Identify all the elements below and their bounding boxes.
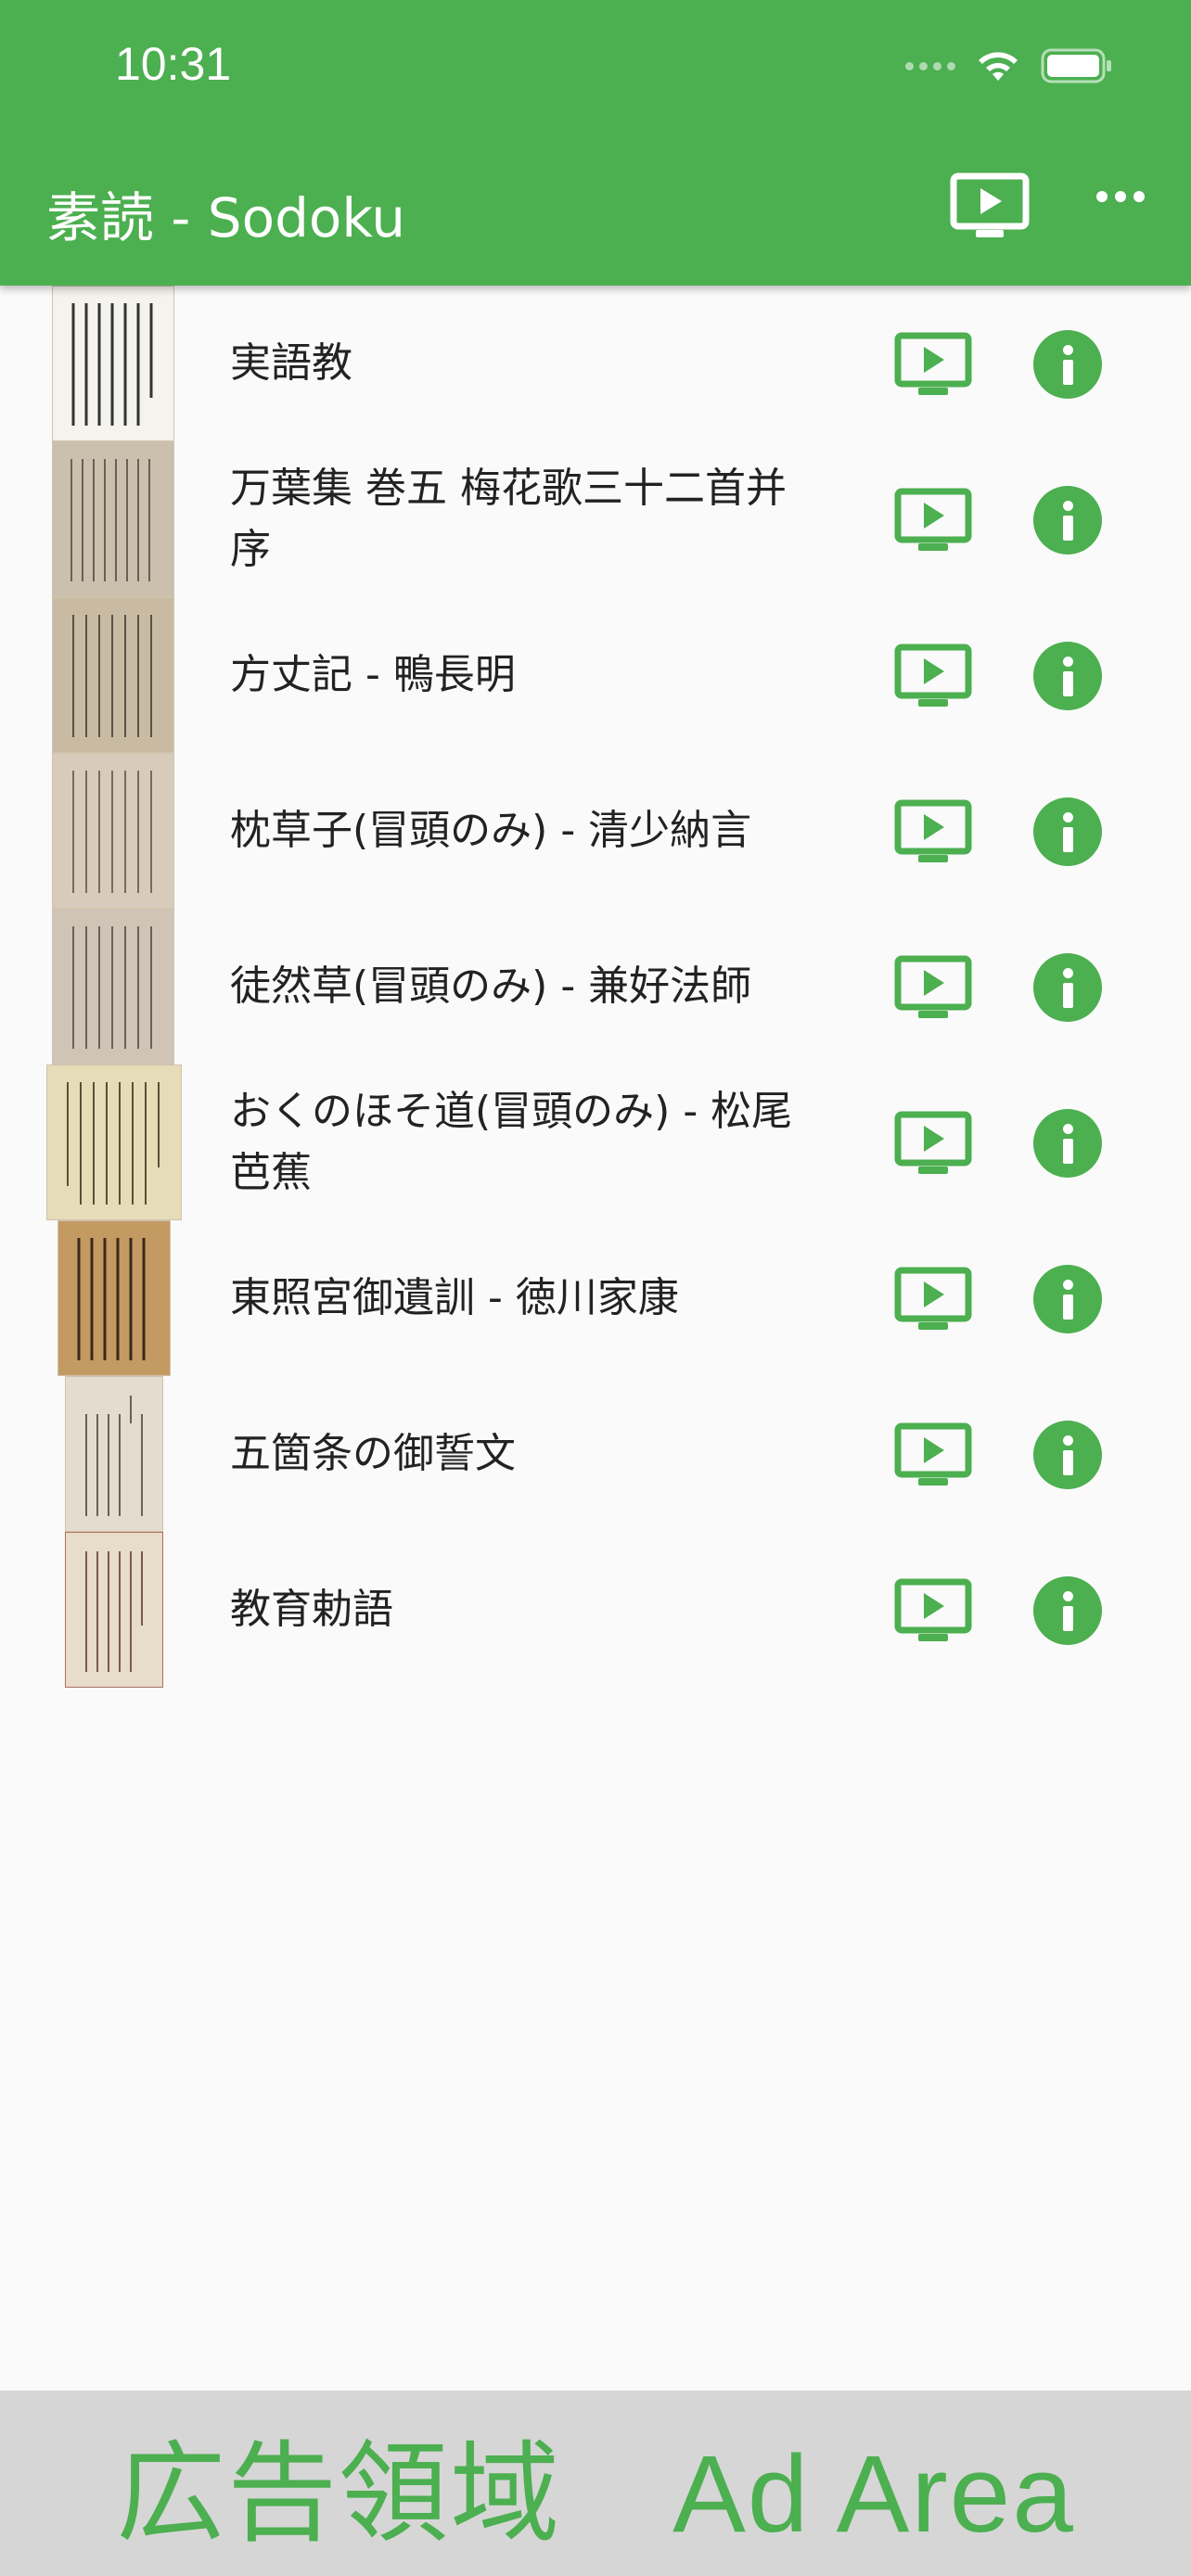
play-icon[interactable] — [894, 1111, 972, 1176]
document-thumbnail — [52, 597, 174, 753]
list-item[interactable]: 実語教 — [0, 286, 1191, 441]
app-title: 素読 - Sodoku — [46, 186, 405, 249]
document-title: 方丈記 - 鴨長明 — [230, 651, 516, 698]
play-icon[interactable] — [894, 1267, 972, 1332]
list-item[interactable]: 万葉集 巻五 梅花歌三十二首并序 — [0, 441, 1191, 597]
document-title: 東照宮御遺訓 - 徳川家康 — [230, 1274, 679, 1321]
document-title: おくのほそ道(冒頭のみ) - 松尾芭蕉 — [230, 1088, 793, 1196]
list-item[interactable]: 徒然草(冒頭のみ) - 兼好法師 — [0, 909, 1191, 1065]
document-title: 枕草子(冒頭のみ) - 清少納言 — [230, 807, 752, 854]
document-thumbnail — [46, 1065, 182, 1220]
list-item[interactable]: 五箇条の御誓文 — [0, 1376, 1191, 1532]
status-icons — [905, 45, 1113, 87]
play-icon[interactable] — [894, 799, 972, 864]
document-title: 徒然草(冒頭のみ) - 兼好法師 — [230, 963, 752, 1010]
document-thumbnail — [65, 1532, 163, 1688]
ad-banner-label: 広告領域 Ad Area — [116, 2432, 1075, 2556]
list-item[interactable]: 方丈記 - 鴨長明 — [0, 597, 1191, 753]
signal-dots-icon — [905, 61, 955, 70]
app-bar: 10:31 素読 - Sodoku — [0, 0, 1191, 286]
status-time: 10:31 — [115, 38, 232, 90]
info-icon[interactable] — [1033, 797, 1102, 866]
document-title: 五箇条の御誓文 — [230, 1430, 516, 1477]
document-thumbnail — [52, 753, 174, 909]
document-thumbnail — [58, 1220, 171, 1376]
battery-icon — [1041, 48, 1111, 83]
play-icon[interactable] — [894, 1578, 972, 1643]
document-title: 万葉集 巻五 梅花歌三十二首并序 — [230, 465, 787, 573]
document-thumbnail — [52, 286, 174, 441]
document-thumbnail — [52, 909, 174, 1065]
play-icon[interactable] — [894, 644, 972, 708]
document-thumbnail — [65, 1376, 163, 1532]
list-item[interactable]: 枕草子(冒頭のみ) - 清少納言 — [0, 753, 1191, 909]
cast-play-icon[interactable] — [950, 172, 1030, 241]
info-icon[interactable] — [1033, 642, 1102, 710]
play-icon[interactable] — [894, 1422, 972, 1487]
info-icon[interactable] — [1033, 1421, 1102, 1489]
more-options-icon[interactable] — [1096, 191, 1145, 202]
list-item[interactable]: 東照宮御遺訓 - 徳川家康 — [0, 1220, 1191, 1376]
info-icon[interactable] — [1033, 1576, 1102, 1645]
document-title: 教育勅語 — [230, 1586, 393, 1633]
wifi-icon — [979, 52, 1018, 81]
document-thumbnail — [52, 441, 174, 597]
ad-banner[interactable]: 広告領域 Ad Area — [0, 2391, 1191, 2576]
info-icon[interactable] — [1033, 953, 1102, 1022]
play-icon[interactable] — [894, 488, 972, 553]
info-icon[interactable] — [1033, 330, 1102, 399]
document-title: 実語教 — [230, 339, 352, 387]
play-icon[interactable] — [894, 332, 972, 397]
list-item[interactable]: 教育勅語 — [0, 1532, 1191, 1688]
info-icon[interactable] — [1033, 1109, 1102, 1178]
info-icon[interactable] — [1033, 486, 1102, 555]
list-item[interactable]: おくのほそ道(冒頭のみ) - 松尾芭蕉 — [0, 1065, 1191, 1220]
info-icon[interactable] — [1033, 1265, 1102, 1333]
play-icon[interactable] — [894, 955, 972, 1020]
